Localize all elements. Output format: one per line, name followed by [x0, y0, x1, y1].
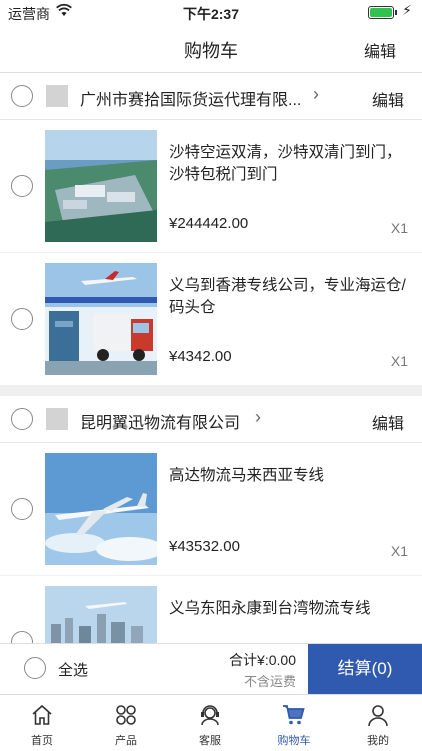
shop-select-radio[interactable]	[11, 408, 33, 430]
tab-label: 我的	[367, 735, 389, 747]
product-thumbnail[interactable]	[45, 586, 157, 643]
cart-item[interactable]: 高达物流马来西亚专线 ¥43532.00 X1	[0, 443, 422, 576]
products-icon	[116, 705, 136, 725]
shipping-note: 不含运费	[243, 674, 296, 689]
product-thumbnail[interactable]	[45, 453, 157, 565]
tab-home[interactable]: 首页	[0, 695, 84, 751]
shop-name[interactable]: 广州市赛拾国际货运代理有限...	[80, 86, 301, 110]
shop-header: 昆明翼迅物流有限公司 › 编辑	[0, 396, 422, 443]
item-select-radio[interactable]	[11, 175, 33, 197]
item-select-radio[interactable]	[11, 308, 33, 330]
chevron-right-icon[interactable]: ›	[255, 407, 261, 428]
select-all-radio[interactable]	[24, 657, 46, 679]
section-divider	[0, 386, 422, 396]
tab-products[interactable]: 产品	[84, 695, 168, 751]
profile-icon	[368, 705, 388, 727]
tab-cart[interactable]: 购物车	[252, 695, 336, 751]
product-name[interactable]: 义乌东阳永康到台湾物流专线	[169, 598, 409, 620]
product-price: ¥244442.00	[169, 215, 249, 232]
cart-list[interactable]: 广州市赛拾国际货运代理有限... › 编辑 沙特空运双清，沙特双清门到门，沙特包…	[0, 73, 422, 643]
tab-label: 产品	[115, 735, 137, 747]
shop-edit-button[interactable]: 编辑	[372, 87, 404, 111]
cart-item[interactable]: 沙特空运双清，沙特双清门到门，沙特包税门到门 ¥244442.00 X1	[0, 120, 422, 253]
tab-label: 首页	[31, 735, 53, 747]
product-name[interactable]: 义乌到香港专线公司，专业海运仓/码头仓	[169, 275, 409, 319]
chevron-right-icon[interactable]: ›	[313, 84, 319, 105]
status-time: 下午2:37	[182, 6, 240, 22]
product-name[interactable]: 高达物流马来西亚专线	[169, 465, 409, 487]
shop-edit-button[interactable]: 编辑	[372, 410, 404, 434]
product-price: ¥4342.00	[169, 348, 232, 365]
cart-item[interactable]: 义乌东阳永康到台湾物流专线	[0, 576, 422, 643]
shop-select-radio[interactable]	[11, 85, 33, 107]
tab-profile[interactable]: 我的	[336, 695, 420, 751]
product-thumbnail[interactable]	[45, 130, 157, 242]
checkout-bar: 全选 合计¥:0.00 不含运费 结算(0)	[0, 643, 422, 694]
cart-item[interactable]: 义乌到香港专线公司，专业海运仓/码头仓 ¥4342.00 X1	[0, 253, 422, 386]
home-icon	[32, 704, 52, 725]
checkout-button[interactable]: 结算(0)	[308, 644, 422, 694]
tab-label: 购物车	[277, 735, 311, 747]
shop-name[interactable]: 昆明翼迅物流有限公司	[80, 409, 240, 433]
product-name[interactable]: 沙特空运双清，沙特双清门到门，沙特包税门到门	[169, 142, 409, 186]
product-quantity: X1	[390, 543, 408, 559]
tab-label: 客服	[199, 735, 221, 747]
total-price: 合计¥:0.00	[229, 652, 296, 668]
shop-logo	[46, 85, 68, 107]
cart-icon	[283, 705, 305, 725]
select-all-label[interactable]: 全选	[58, 659, 88, 680]
item-select-radio[interactable]	[11, 631, 33, 643]
charging-icon: ⚡	[402, 2, 412, 18]
tab-bar: 首页 产品 客服 购物车 我的	[0, 694, 422, 751]
nav-bar: 购物车 编辑	[0, 24, 422, 73]
product-quantity: X1	[390, 220, 408, 236]
customer-service-icon	[201, 705, 219, 726]
battery-cap	[395, 10, 397, 15]
edit-button[interactable]: 编辑	[364, 38, 396, 62]
battery-icon	[368, 6, 394, 19]
page-title: 购物车	[184, 41, 238, 61]
shop-logo	[46, 408, 68, 430]
product-quantity: X1	[390, 353, 408, 369]
product-price: ¥43532.00	[169, 538, 240, 555]
tab-customer-service[interactable]: 客服	[168, 695, 252, 751]
shop-header: 广州市赛拾国际货运代理有限... › 编辑	[0, 73, 422, 120]
product-thumbnail[interactable]	[45, 263, 157, 375]
status-bar: 运营商 下午2:37 ⚡	[0, 0, 422, 24]
item-select-radio[interactable]	[11, 498, 33, 520]
